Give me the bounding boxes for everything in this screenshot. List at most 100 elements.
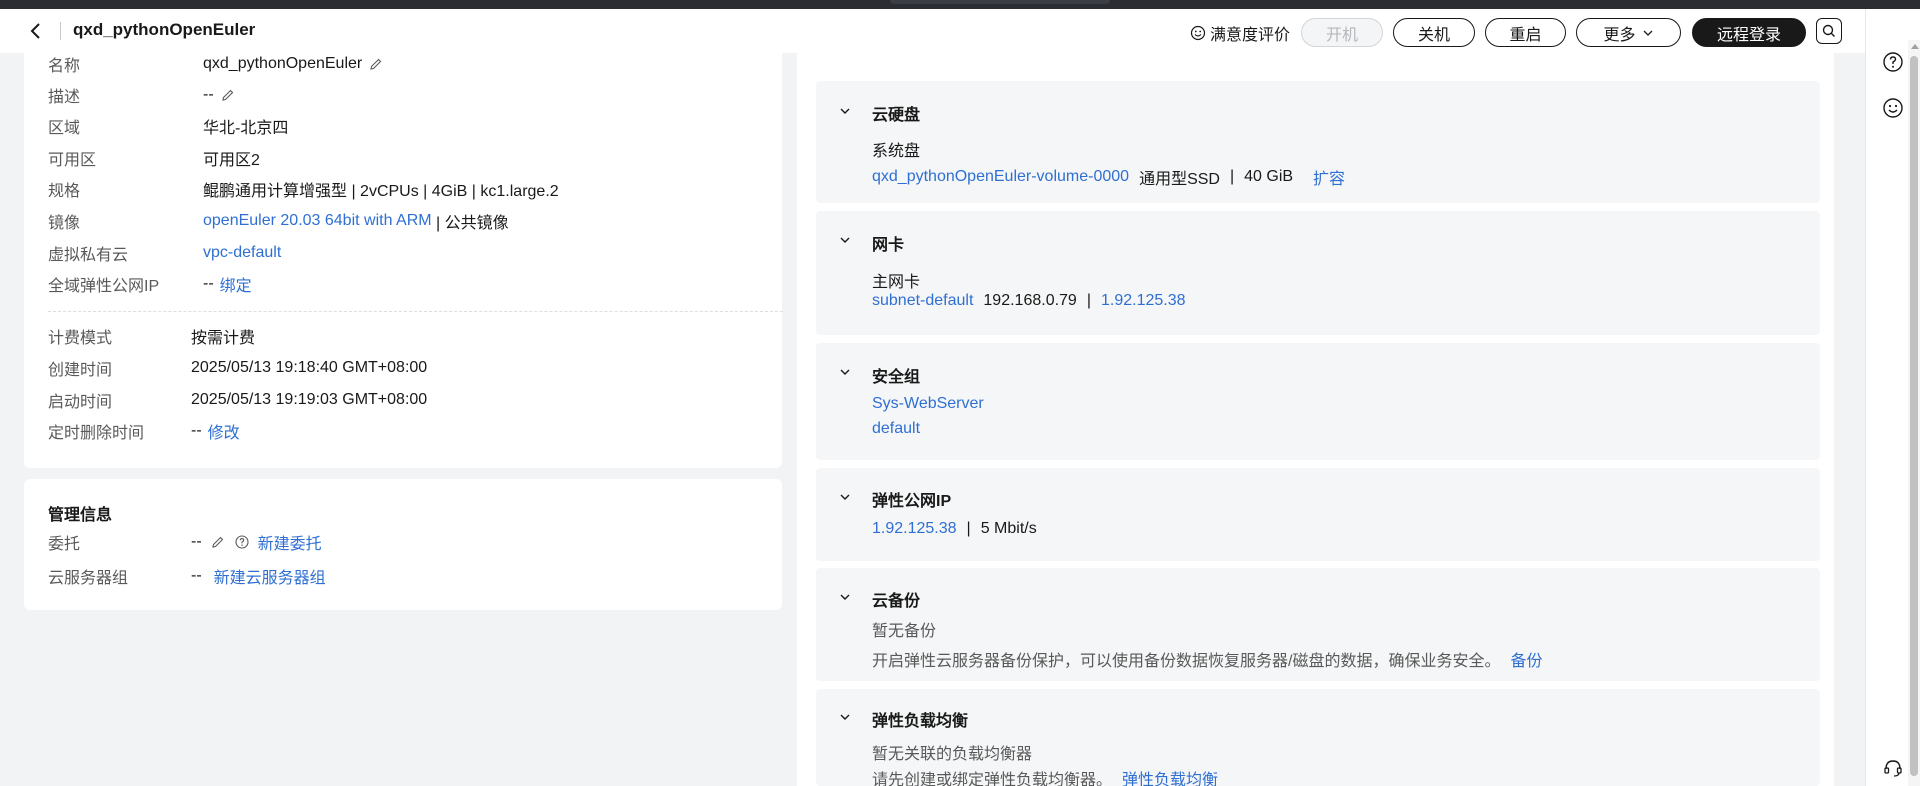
nic-public-ip-link[interactable]: 1.92.125.38 <box>1101 292 1186 310</box>
chevron-down-icon[interactable] <box>838 365 852 379</box>
backup-desc-row: 开启弹性云服务器备份保护，可以使用备份数据恢复服务器/磁盘的数据，确保业务安全。… <box>872 647 1542 671</box>
security-group-title: 安全组 <box>872 369 921 386</box>
nic-title: 网卡 <box>872 237 905 254</box>
search-icon <box>1822 24 1835 37</box>
volume-link[interactable]: qxd_pythonOpenEuler-volume-0000 <box>872 168 1129 186</box>
chevron-down-icon[interactable] <box>838 233 852 247</box>
chevron-down-icon[interactable] <box>838 104 852 118</box>
chevron-down-icon[interactable] <box>838 490 852 504</box>
backup-title: 云备份 <box>872 593 921 610</box>
search-button[interactable] <box>1816 18 1842 44</box>
global-eip-value: -- <box>203 275 214 292</box>
management-section-title: 管理信息 <box>48 507 113 524</box>
smile-icon <box>1190 25 1206 41</box>
feedback-smile-icon[interactable] <box>1882 97 1904 119</box>
instance-name-value: qxd_pythonOpenEuler <box>203 55 363 72</box>
power-on-button[interactable]: 开机 <box>1301 18 1383 47</box>
help-icon[interactable] <box>234 534 250 550</box>
disk-type: 通用型SSD <box>1139 171 1220 188</box>
satisfaction-rating-link[interactable]: 满意度评价 <box>1190 21 1290 45</box>
info-label: 虚拟私有云 <box>48 247 129 264</box>
info-label: 全域弹性公网IP <box>48 278 160 295</box>
info-label: 委托 <box>48 536 81 553</box>
info-label: 规格 <box>48 183 81 200</box>
bind-eip-link[interactable]: 绑定 <box>220 272 252 296</box>
backup-status: 暂无备份 <box>872 623 937 640</box>
back-button[interactable] <box>24 19 48 43</box>
backup-desc: 开启弹性云服务器备份保护，可以使用备份数据恢复服务器/磁盘的数据，确保业务安全。 <box>872 653 1501 670</box>
elb-link[interactable]: 弹性负载均衡 <box>1122 766 1218 786</box>
backup-section: 云备份 暂无备份 开启弹性云服务器备份保护，可以使用备份数据恢复服务器/磁盘的数… <box>816 568 1820 681</box>
info-label: 创建时间 <box>48 362 113 379</box>
edit-name-icon[interactable] <box>368 56 384 72</box>
elb-desc: 请先创建或绑定弹性负载均衡器。 <box>872 772 1113 786</box>
info-label: 名称 <box>48 58 81 75</box>
new-server-group-link[interactable]: 新建云服务器组 <box>214 564 326 588</box>
info-label: 定时删除时间 <box>48 425 145 442</box>
info-label: 区域 <box>48 120 81 137</box>
eip-title: 弹性公网IP <box>872 493 952 510</box>
elb-status: 暂无关联的负载均衡器 <box>872 746 1033 763</box>
eip-section: 弹性公网IP 1.92.125.38 | 5 Mbit/s <box>816 468 1820 561</box>
info-label: 启动时间 <box>48 394 113 411</box>
chevron-down-icon[interactable] <box>838 590 852 604</box>
security-group-link[interactable]: default <box>872 420 920 438</box>
description-value: -- <box>203 86 214 103</box>
more-label: 更多 <box>1603 26 1636 44</box>
chevron-down-icon[interactable] <box>838 710 852 724</box>
region-value: 华北-北京四 <box>203 120 289 137</box>
info-label: 云服务器组 <box>48 570 129 587</box>
edit-agency-icon[interactable] <box>210 534 226 550</box>
chevron-left-icon <box>30 23 40 39</box>
modify-delete-time-link[interactable]: 修改 <box>208 419 240 443</box>
agency-value: -- <box>191 533 202 550</box>
image-link[interactable]: openEuler 20.03 64bit with ARM <box>203 212 432 230</box>
disk-size: 40 GiB <box>1244 168 1294 185</box>
basic-info-card: 名称 qxd_pythonOpenEuler 描述 -- 区域 华北-北京四 可… <box>24 53 783 468</box>
disk-sep: | <box>1229 168 1235 185</box>
shutdown-button[interactable]: 关机 <box>1393 18 1475 47</box>
eip-sep: | <box>966 520 971 537</box>
eip-row: 1.92.125.38 | 5 Mbit/s <box>872 520 1037 538</box>
more-dropdown-button[interactable]: 更多 <box>1576 18 1681 47</box>
az-value: 可用区2 <box>203 152 260 169</box>
edit-description-icon[interactable] <box>220 87 236 103</box>
new-agency-link[interactable]: 新建委托 <box>258 530 322 554</box>
eip-link[interactable]: 1.92.125.38 <box>872 520 957 538</box>
backup-link[interactable]: 备份 <box>1510 647 1542 671</box>
created-time-value: 2025/05/13 19:18:40 GMT+08:00 <box>191 359 428 376</box>
security-group-link[interactable]: Sys-WebServer <box>872 395 984 413</box>
nic-sub: 主网卡 <box>872 274 921 291</box>
header-divider <box>60 22 61 40</box>
private-ip: 192.168.0.79 <box>983 292 1077 309</box>
elb-title: 弹性负载均衡 <box>872 713 969 730</box>
remote-login-button[interactable]: 远程登录 <box>1692 18 1806 47</box>
disk-sub: 系统盘 <box>872 143 921 160</box>
disk-title: 云硬盘 <box>872 107 921 124</box>
billing-mode-value: 按需计费 <box>191 330 256 347</box>
page-title: qxd_pythonOpenEuler <box>73 20 256 39</box>
restart-button[interactable]: 重启 <box>1485 18 1566 47</box>
eip-bandwidth: 5 Mbit/s <box>980 520 1037 537</box>
elb-section: 弹性负载均衡 暂无关联的负载均衡器 请先创建或绑定弹性负载均衡器。 弹性负载均衡 <box>816 689 1820 786</box>
started-time-value: 2025/05/13 19:19:03 GMT+08:00 <box>191 391 428 408</box>
browser-top-strip <box>0 0 1920 9</box>
help-icon[interactable] <box>1882 51 1904 73</box>
scroll-up-arrow-icon[interactable] <box>1911 44 1919 49</box>
subnet-link[interactable]: subnet-default <box>872 292 973 310</box>
nic-row: subnet-default 192.168.0.79 | 1.92.125.3… <box>872 292 1186 310</box>
satisfaction-label: 满意度评价 <box>1210 27 1291 44</box>
elb-desc-row: 请先创建或绑定弹性负载均衡器。 弹性负载均衡 <box>872 766 1218 786</box>
image-type-text: | 公共镜像 <box>431 215 509 232</box>
scrollbar-thumb[interactable] <box>1910 56 1918 776</box>
expand-link[interactable]: 扩容 <box>1313 165 1345 189</box>
vpc-link[interactable]: vpc-default <box>203 244 281 262</box>
nic-sep: | <box>1086 292 1091 309</box>
info-label: 可用区 <box>48 152 97 169</box>
scheduled-delete-value: -- <box>191 422 202 439</box>
disk-row: qxd_pythonOpenEuler-volume-0000 通用型SSD |… <box>872 165 1345 189</box>
chevron-down-icon <box>1643 30 1652 36</box>
top-strip-handle <box>890 0 1110 4</box>
customer-service-icon[interactable] <box>1882 757 1904 779</box>
flavor-value: 鲲鹏通用计算增强型 | 2vCPUs | 4GiB | kc1.large.2 <box>203 183 559 200</box>
